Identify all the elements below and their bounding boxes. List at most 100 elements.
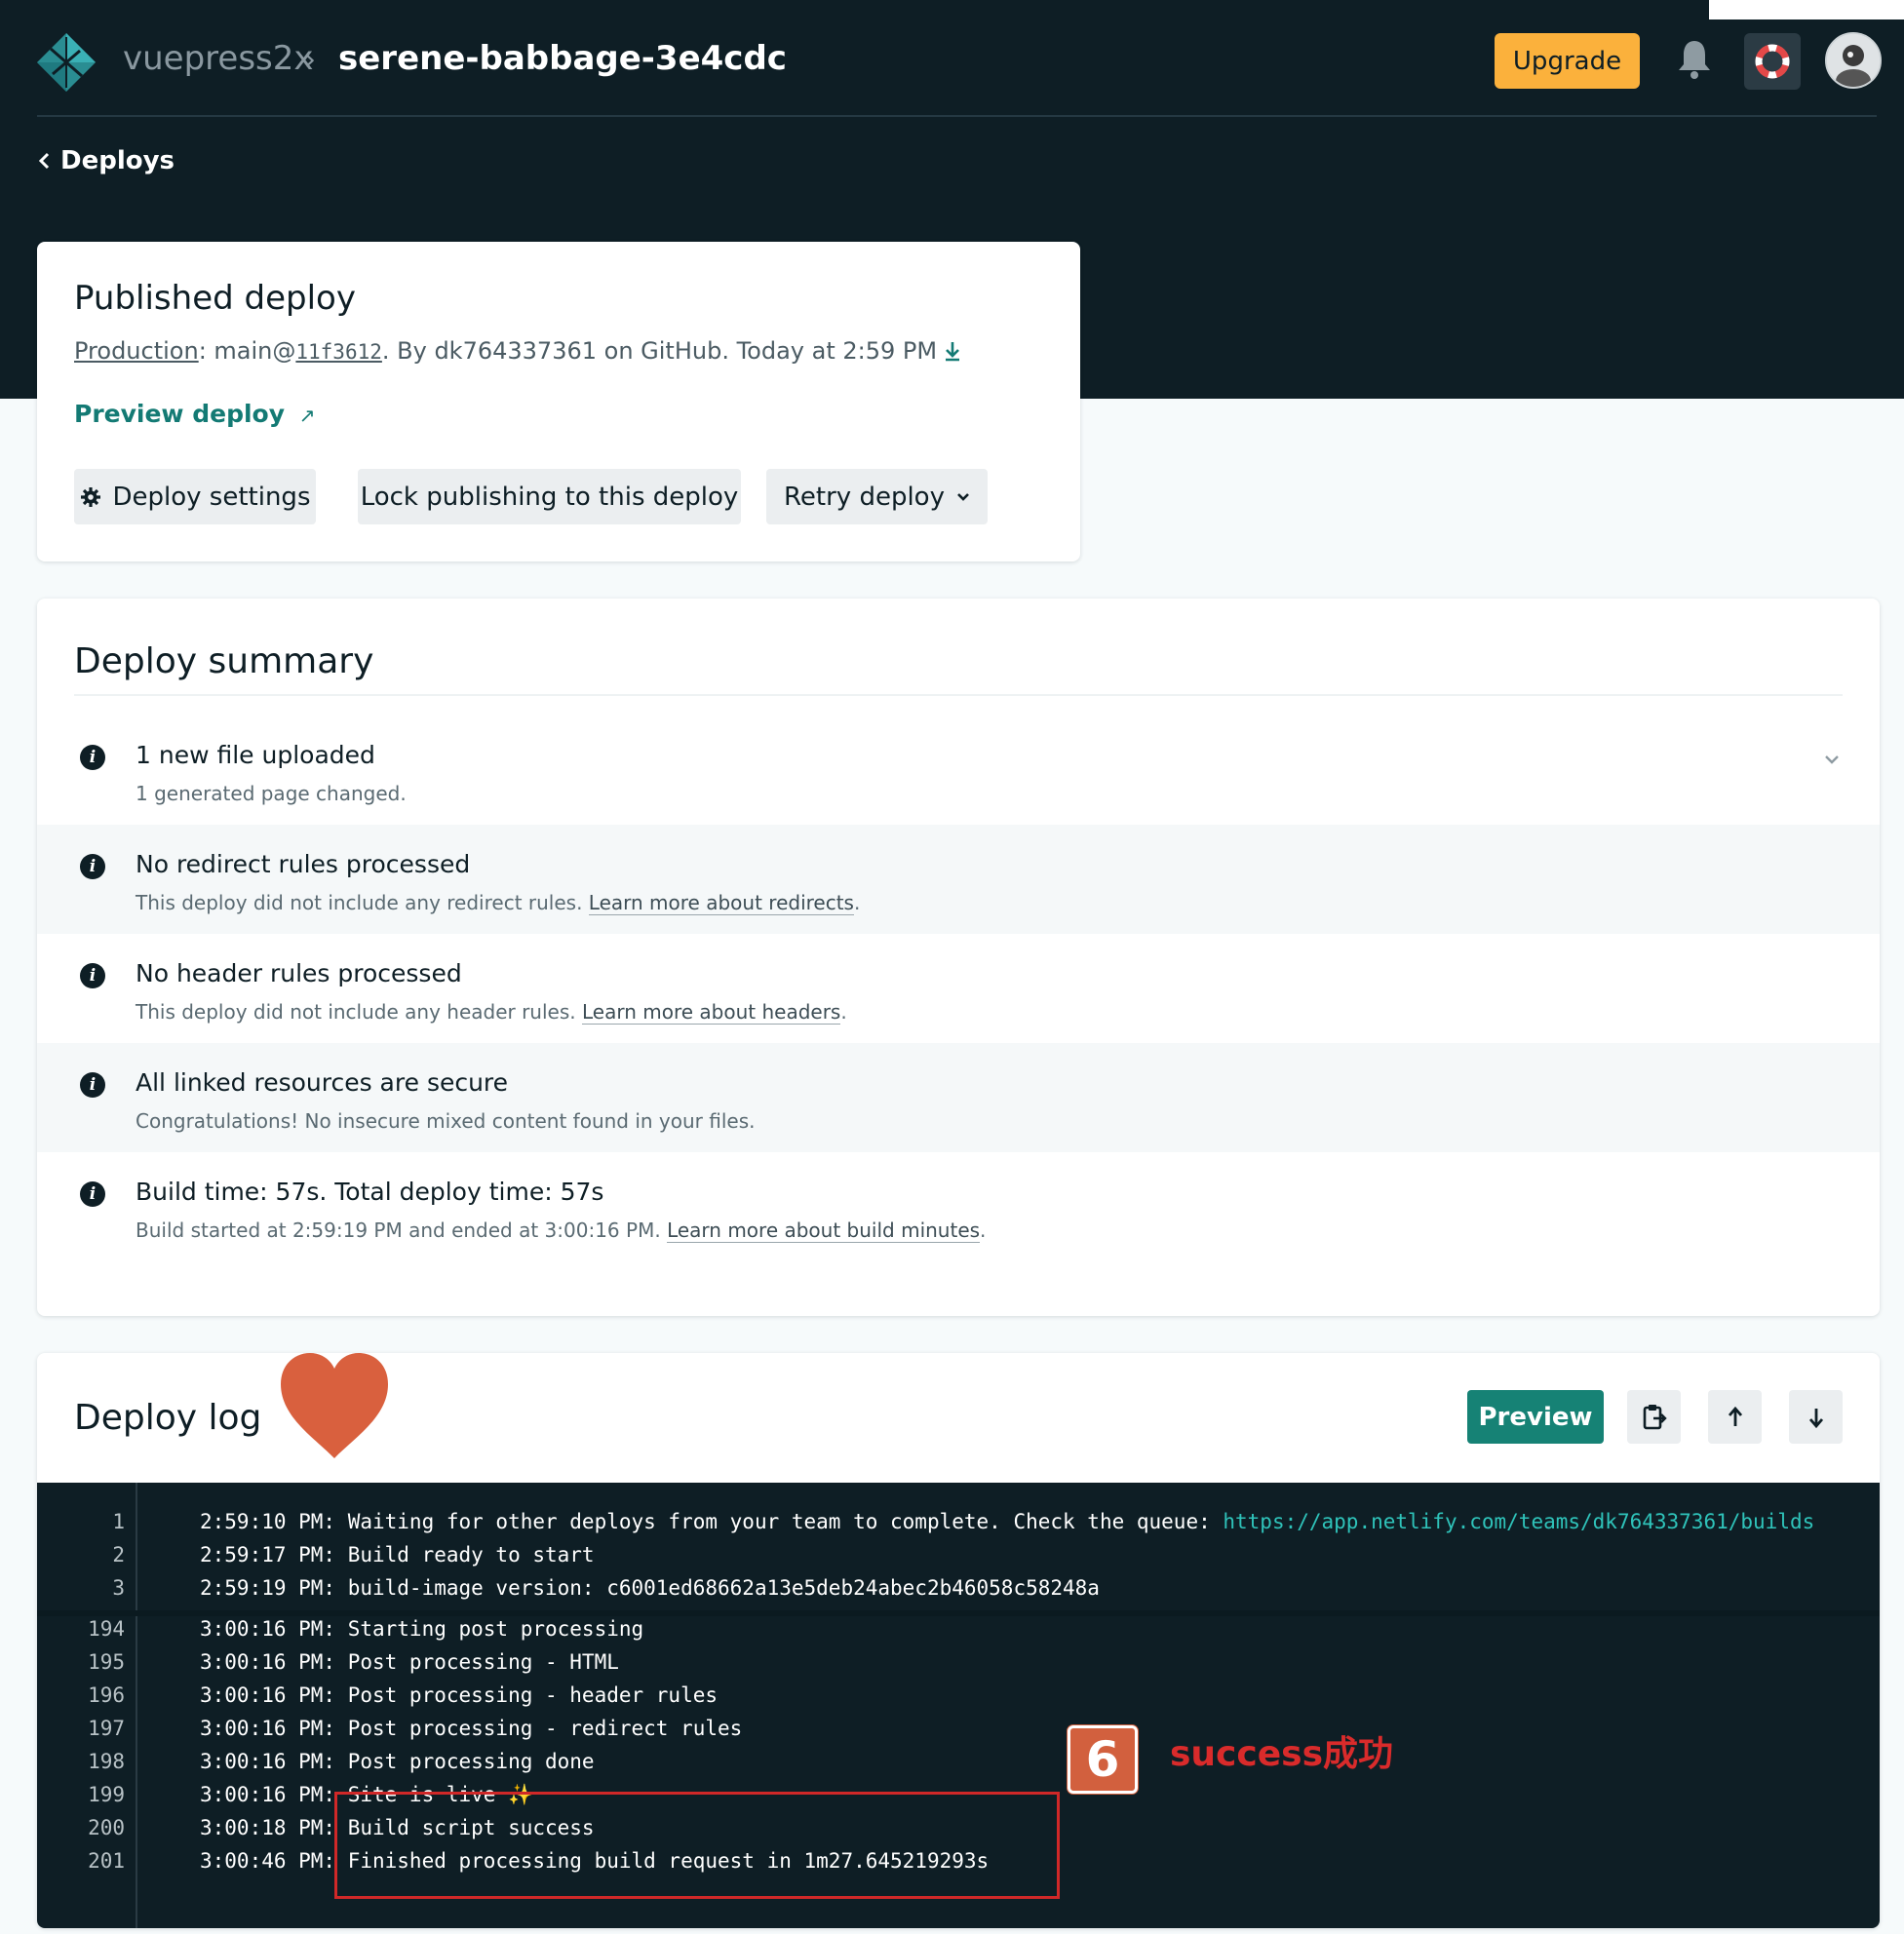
summary-item-detail: 1 generated page changed. [136,782,407,805]
summary-item-redirects: i No redirect rules processed This deplo… [37,825,1880,934]
summary-item-title: 1 new file uploaded [136,741,375,769]
retry-deploy-button[interactable]: Retry deploy [766,469,988,524]
header-divider [37,115,1877,117]
line-number: 198 [88,1750,125,1773]
log-section-break [37,1610,1880,1616]
breadcrumb-site[interactable]: vuepress2x [123,39,314,78]
back-to-deploys-link[interactable]: Deploys [37,146,175,175]
deploy-byline: . By dk764337361 on GitHub. Today at 2:5… [381,337,938,365]
learn-build-minutes-link[interactable]: Learn more about build minutes [667,1218,981,1243]
summary-detail-text: Congratulations! No insecure mixed conte… [136,1109,756,1133]
info-icon: i [80,1072,105,1098]
log-message: 3:00:16 PM: Starting post processing [200,1617,644,1641]
deploy-settings-label: Deploy settings [112,482,311,512]
upgrade-button[interactable]: Upgrade [1495,33,1640,89]
heart-icon [281,1353,388,1458]
deploy-summary-card: Deploy summary i 1 new file uploaded 1 g… [37,599,1880,1316]
line-number: 195 [88,1650,125,1674]
log-text: 2:59:10 PM: Waiting for other deploys fr… [200,1510,1814,1533]
breadcrumb-page[interactable]: serene-babbage-3e4cdc [338,39,787,78]
download-icon[interactable] [943,340,962,362]
line-number: 199 [88,1783,125,1806]
log-line: 194 3:00:16 PM: Starting post processing [37,1617,1880,1650]
arrow-down-icon [1808,1408,1823,1428]
top-navigation: vuepress2x › serene-babbage-3e4cdc Upgra… [0,0,1904,118]
summary-detail-text: This deploy did not include any header r… [136,1000,582,1024]
gear-icon [80,486,100,507]
chevron-left-icon [38,152,50,170]
colon-separator: : [198,337,214,365]
summary-divider [74,694,1843,696]
back-label: Deploys [60,146,175,175]
line-number: 2 [112,1543,125,1567]
line-number: 194 [88,1617,125,1641]
log-message: 3:00:16 PM: Post processing - HTML [200,1650,619,1674]
summary-detail-text: Build started at 2:59:19 PM and ended at… [136,1218,668,1242]
copy-log-button[interactable] [1627,1390,1681,1444]
info-icon: i [80,745,105,770]
log-line: 197 3:00:16 PM: Post processing - redirec… [37,1717,1880,1750]
summary-item-headers: i No header rules processed This deploy … [37,934,1880,1043]
line-number: 1 [112,1510,125,1533]
arrow-up-icon [1728,1406,1742,1426]
log-message: 3:00:16 PM: Post processing - header rul… [200,1683,719,1707]
info-icon: i [80,1181,105,1207]
notifications-bell-icon[interactable] [1675,37,1714,82]
learn-redirects-link[interactable]: Learn more about redirects [588,891,854,915]
branch-name: main@ [214,337,296,365]
log-line: 196 3:00:16 PM: Post processing - header … [37,1683,1880,1717]
production-link[interactable]: Production [74,337,199,365]
scroll-bottom-button[interactable] [1789,1390,1843,1444]
summary-item-detail: Congratulations! No insecure mixed conte… [136,1109,756,1133]
line-number: 196 [88,1683,125,1707]
summary-item-detail: This deploy did not include any header r… [136,1000,847,1025]
summary-item-files[interactable]: i 1 new file uploaded 1 generated page c… [37,716,1880,825]
log-message: 3:00:16 PM: Post processing - redirect r… [200,1717,743,1740]
success-highlight-box [334,1792,1060,1899]
netlify-logo-icon[interactable] [35,31,97,94]
info-icon: i [80,854,105,879]
info-icon: i [80,963,105,988]
log-message: 3:00:16 PM: Post processing done [200,1750,595,1773]
preview-deploy-link[interactable]: Preview deploy ↗ [74,400,316,428]
summary-detail-tail: . [980,1218,987,1242]
chevron-down-icon[interactable] [1823,751,1841,768]
step-number-badge: 6 [1068,1725,1138,1794]
summary-item-detail: Build started at 2:59:19 PM and ended at… [136,1218,987,1243]
lock-publishing-button[interactable]: Lock publishing to this deploy [358,469,741,524]
summary-detail-tail: . [840,1000,847,1024]
summary-detail-text: 1 generated page changed. [136,782,407,805]
summary-item-title: Build time: 57s. Total deploy time: 57s [136,1178,604,1206]
summary-item-title: No redirect rules processed [136,850,471,878]
success-annotation-label: success成功 [1170,1734,1394,1774]
lock-publishing-label: Lock publishing to this deploy [360,482,739,512]
summary-detail-text: This deploy did not include any redirect… [136,891,589,914]
deploy-metadata: Production: main@11f3612. By dk764337361… [74,337,962,365]
deploy-summary-title: Deploy summary [74,641,374,681]
deploy-log-title: Deploy log [74,1398,262,1438]
line-number: 3 [112,1576,125,1600]
summary-item-title: All linked resources are secure [136,1068,509,1097]
log-line: 198 3:00:16 PM: Post processing done [37,1750,1880,1783]
log-line: 3 2:59:19 PM: build-image version: c6001e… [37,1576,1880,1609]
help-lifebuoy-icon[interactable] [1744,33,1801,90]
chevron-down-icon [957,492,969,501]
queue-link[interactable]: https://app.netlify.com/teams/dk76433736… [1223,1510,1814,1533]
user-avatar[interactable] [1825,32,1882,89]
summary-item-build-time: i Build time: 57s. Total deploy time: 57… [37,1152,1880,1261]
log-line: 2 2:59:17 PM: Build ready to start [37,1543,1880,1576]
clipboard-icon [1643,1404,1667,1429]
scroll-top-button[interactable] [1708,1390,1762,1444]
summary-detail-tail: . [853,891,861,914]
deploy-settings-button[interactable]: Deploy settings [74,469,316,524]
summary-item-security: i All linked resources are secure Congra… [37,1043,1880,1152]
commit-link[interactable]: 11f3612 [295,340,382,364]
summary-item-detail: This deploy did not include any redirect… [136,891,861,915]
learn-headers-link[interactable]: Learn more about headers [581,1000,841,1025]
log-message: 2:59:10 PM: Waiting for other deploys fr… [200,1510,1224,1533]
preview-deploy-label: Preview deploy [74,400,286,428]
log-line: 1 2:59:10 PM: Waiting for other deploys f… [37,1510,1880,1543]
log-message: 2:59:17 PM: Build ready to start [200,1543,595,1567]
published-deploy-title: Published deploy [74,279,356,318]
preview-button[interactable]: Preview [1467,1390,1604,1444]
